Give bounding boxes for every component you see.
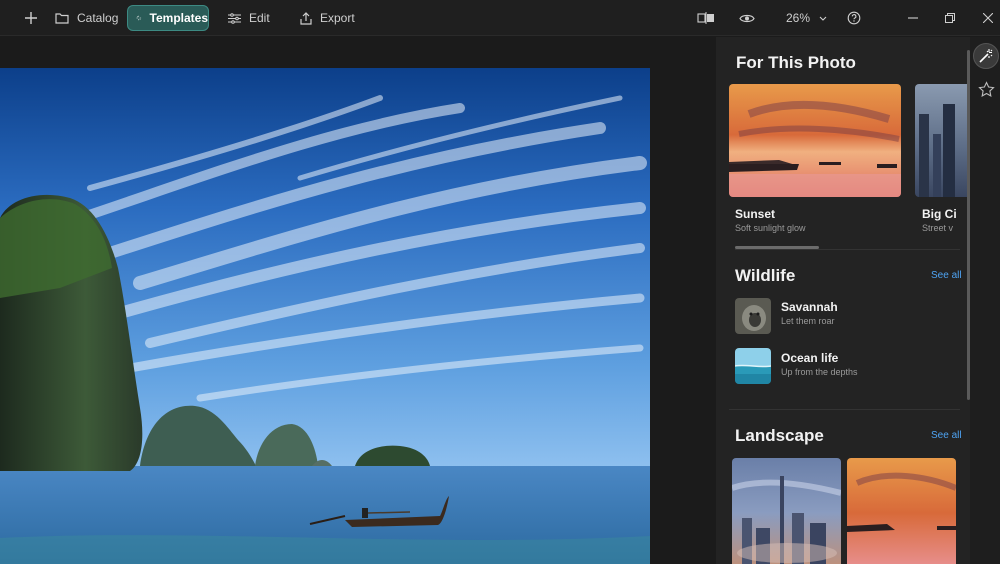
sliders-icon: [228, 12, 241, 24]
edit-label: Edit: [249, 11, 270, 25]
top-toolbar: Catalog Templates Edit Export 26%: [0, 0, 1000, 36]
sparkle-icon: [136, 15, 142, 21]
zoom-level: 26%: [786, 11, 811, 25]
card-subtitle-sunset: Soft sunlight glow: [735, 223, 806, 233]
add-button[interactable]: [20, 5, 42, 31]
wildlife-see-all-link[interactable]: See all: [931, 270, 962, 281]
section-title-landscape: Landscape: [735, 426, 824, 445]
panel-scrollbar[interactable]: [967, 50, 970, 400]
compare-button[interactable]: [697, 5, 715, 31]
main-photo[interactable]: [0, 68, 650, 564]
wildlife-item-savannah-subtitle: Let them roar: [781, 316, 835, 326]
preview-button[interactable]: [739, 5, 755, 31]
wildlife-item-ocean-life-title: Ocean life: [781, 351, 839, 365]
side-rail: [967, 37, 1000, 564]
compare-icon: [697, 12, 714, 24]
catalog-button[interactable]: Catalog: [55, 5, 118, 31]
plus-icon: [25, 12, 37, 24]
chevron-down-icon: [819, 16, 827, 21]
landscape-card-city[interactable]: [732, 458, 841, 564]
catalog-label: Catalog: [77, 11, 119, 25]
card-title-big-city: Big Ci: [922, 207, 957, 221]
magic-wand-icon: [979, 49, 993, 63]
export-icon: [300, 11, 312, 25]
section-divider: [729, 409, 960, 410]
card-title-sunset: Sunset: [735, 207, 776, 221]
help-icon: [847, 11, 861, 25]
close-icon: [983, 13, 993, 23]
folder-icon: [55, 13, 69, 24]
restore-icon: [945, 13, 955, 23]
photo-canvas[interactable]: [0, 37, 716, 564]
eye-icon: [739, 14, 755, 22]
template-card-big-city[interactable]: [915, 84, 970, 197]
zoom-dropdown[interactable]: 26%: [786, 5, 827, 31]
ocean-life-thumbnail[interactable]: [735, 348, 771, 384]
minimize-icon: [908, 17, 918, 19]
minimize-button[interactable]: [908, 5, 918, 31]
wildlife-item-ocean-life-subtitle: Up from the depths: [781, 367, 858, 377]
templates-label: Templates: [149, 11, 208, 25]
landscape-card-sunset[interactable]: [847, 458, 956, 564]
close-button[interactable]: [983, 5, 993, 31]
template-card-sunset[interactable]: [729, 84, 901, 197]
wildlife-item-savannah-title: Savannah: [781, 300, 838, 314]
section-title-wildlife: Wildlife: [735, 266, 796, 285]
templates-button[interactable]: Templates: [127, 5, 209, 31]
favorites-rail-button[interactable]: [973, 76, 999, 102]
star-icon: [977, 80, 995, 97]
savannah-thumbnail[interactable]: [735, 298, 771, 334]
export-button[interactable]: Export: [300, 5, 355, 31]
edit-button[interactable]: Edit: [228, 5, 270, 31]
restore-button[interactable]: [945, 5, 955, 31]
section-title-for-this-photo: For This Photo: [736, 53, 856, 72]
export-label: Export: [320, 11, 355, 25]
card-subtitle-big-city: Street v: [922, 223, 954, 233]
landscape-see-all-link[interactable]: See all: [931, 430, 962, 441]
templates-rail-button[interactable]: [973, 43, 999, 69]
help-button[interactable]: [847, 5, 861, 31]
section-divider: [735, 249, 960, 250]
templates-panel: For This Photo Sunset Soft sunlight glow: [716, 37, 970, 564]
